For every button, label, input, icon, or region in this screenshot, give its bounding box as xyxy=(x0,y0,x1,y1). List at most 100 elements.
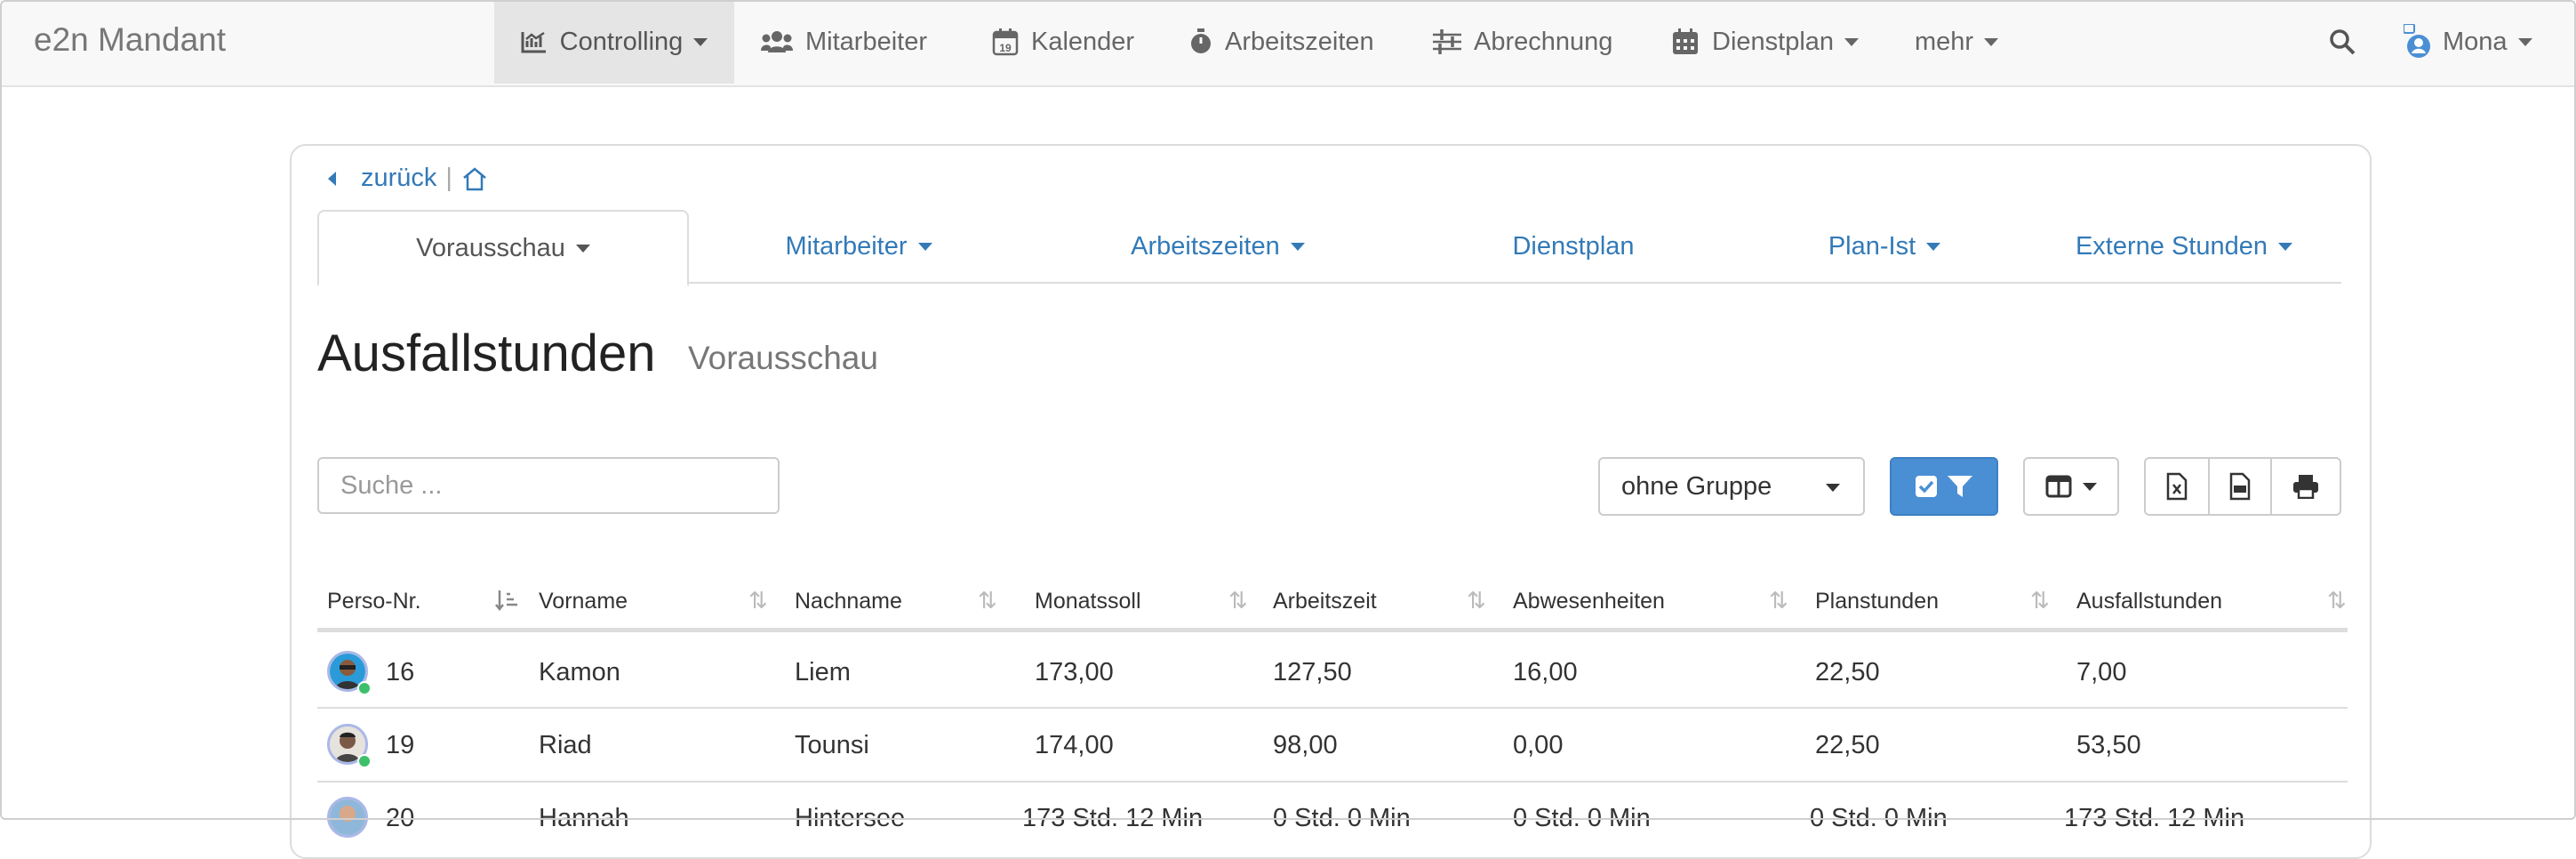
print-icon xyxy=(2293,475,2318,499)
column-header-planstunden[interactable]: Planstunden xyxy=(1815,589,1939,614)
sort-icon[interactable]: ⇅ xyxy=(2327,587,2347,614)
column-header-perso-nr[interactable]: Perso-Nr. xyxy=(327,589,421,614)
group-select[interactable]: ohne Gruppe xyxy=(1598,457,1865,516)
chevron-down-icon xyxy=(1926,242,1941,251)
chevron-down-icon xyxy=(917,242,932,251)
top-navbar: e2n Mandant Controlling Mitarbeiter 19 K… xyxy=(0,0,2576,87)
nav-label: Abrechnung xyxy=(1474,27,1613,56)
cell-abwesenheiten: 16,00 xyxy=(1513,658,1578,686)
sort-icon[interactable]: ⇅ xyxy=(1228,587,1248,614)
nav-abrechnung[interactable]: Abrechnung xyxy=(1433,0,1612,84)
tab-label: Dienstplan xyxy=(1512,231,1635,261)
nav-kalender[interactable]: 19 Kalender xyxy=(992,0,1134,84)
tab-label: Vorausschau xyxy=(416,233,565,262)
tab-label: Arbeitszeiten xyxy=(1131,231,1280,261)
cell-ausfallstunden: 53,50 xyxy=(2076,731,2141,759)
tab-label: Plan-Ist xyxy=(1828,231,1916,261)
chevron-down-icon xyxy=(1290,242,1305,251)
filter-button[interactable] xyxy=(1890,457,1998,516)
cell-planstunden: 22,50 xyxy=(1815,658,1880,686)
column-header-monatssoll[interactable]: Monatssoll xyxy=(1035,589,1141,614)
nav-mehr[interactable]: mehr xyxy=(1915,0,1999,84)
cell-nr: 19 xyxy=(386,731,415,759)
tab-label: Mitarbeiter xyxy=(785,231,908,261)
cell-nr: 20 xyxy=(386,804,415,832)
sort-icon[interactable]: ⇅ xyxy=(978,587,997,614)
tab-externe-stunden[interactable]: Externe Stunden xyxy=(2027,210,2341,283)
filter-icon xyxy=(1948,476,1972,497)
sort-icon[interactable]: ⇅ xyxy=(2030,587,2050,614)
chevron-down-icon xyxy=(2517,37,2532,46)
tab-mitarbeiter[interactable]: Mitarbeiter xyxy=(688,210,1029,283)
sort-icon[interactable]: ⇅ xyxy=(748,587,768,614)
cell-planstunden: 0 Std. 0 Min xyxy=(1810,804,1948,832)
column-header-nachname[interactable]: Nachname xyxy=(795,589,902,614)
tab-label: Externe Stunden xyxy=(2075,231,2268,261)
sliders-icon xyxy=(1433,29,1461,54)
caret-left-icon xyxy=(328,171,336,186)
cell-arbeitszeit: 98,00 xyxy=(1273,731,1338,759)
users-icon xyxy=(761,31,793,52)
user-name: Mona xyxy=(2443,27,2508,56)
cell-vorname: Kamon xyxy=(539,658,620,686)
chevron-down-icon xyxy=(575,244,590,253)
tab-arbeitszeiten[interactable]: Arbeitszeiten xyxy=(1031,210,1404,283)
table-header-divider xyxy=(317,628,2348,632)
export-pdf-button[interactable] xyxy=(2208,457,2272,516)
page-subtitle: Vorausschau xyxy=(688,340,878,376)
column-header-abwesenheiten[interactable]: Abwesenheiten xyxy=(1513,589,1665,614)
chevron-down-icon xyxy=(1826,484,1840,492)
chart-line-icon xyxy=(521,31,546,53)
page-title: Ausfallstunden xyxy=(317,325,656,382)
chevron-down-icon xyxy=(2278,242,2293,251)
search-input[interactable] xyxy=(317,457,780,514)
cell-vorname: Hannah xyxy=(539,804,629,832)
sort-icon[interactable]: ⇅ xyxy=(1467,587,1486,614)
nav-label: Controlling xyxy=(559,27,684,56)
breadcrumb: zurück | xyxy=(325,164,488,193)
brand-name[interactable]: e2n Mandant xyxy=(34,21,226,59)
chevron-down-icon xyxy=(693,37,708,46)
nav-label: mehr xyxy=(1915,27,1974,56)
column-header-vorname[interactable]: Vorname xyxy=(539,589,628,614)
cell-monatssoll: 173,00 xyxy=(1035,658,1114,686)
cell-arbeitszeit: 0 Std. 0 Min xyxy=(1273,804,1411,832)
cell-planstunden: 22,50 xyxy=(1815,731,1880,759)
tab-vorausschau[interactable]: Vorausschau xyxy=(317,210,689,286)
print-button[interactable] xyxy=(2270,457,2341,516)
calendar-19-icon: 19 xyxy=(992,28,1019,56)
user-circle-icon xyxy=(2404,24,2430,58)
cell-nr: 16 xyxy=(386,658,415,686)
table-row-divider xyxy=(317,781,2348,783)
cell-nachname: Hintersee xyxy=(795,804,906,832)
sort-ascending-icon[interactable] xyxy=(494,589,519,612)
nav-label: Mitarbeiter xyxy=(805,27,927,56)
cell-vorname: Riad xyxy=(539,731,592,759)
cell-arbeitszeit: 127,50 xyxy=(1273,658,1352,686)
sort-icon[interactable]: ⇅ xyxy=(1769,587,1788,614)
online-indicator xyxy=(357,681,372,695)
cell-ausfallstunden: 7,00 xyxy=(2076,658,2127,686)
nav-arbeitszeiten[interactable]: Arbeitszeiten xyxy=(1189,0,1374,84)
tab-dienstplan[interactable]: Dienstplan xyxy=(1406,210,1740,283)
avatar xyxy=(327,797,368,838)
back-link[interactable]: zurück xyxy=(361,164,436,193)
group-select-value: ohne Gruppe xyxy=(1621,471,1772,501)
nav-controlling[interactable]: Controlling xyxy=(494,0,734,84)
user-menu[interactable]: Mona xyxy=(2404,0,2532,84)
column-header-arbeitszeit[interactable]: Arbeitszeit xyxy=(1273,589,1377,614)
calendar-grid-icon xyxy=(1673,28,1698,54)
search-button[interactable] xyxy=(2329,0,2368,84)
columns-button[interactable] xyxy=(2023,457,2119,516)
home-icon[interactable] xyxy=(461,166,488,191)
column-header-ausfallstunden[interactable]: Ausfallstunden xyxy=(2076,589,2222,614)
export-excel-button[interactable] xyxy=(2144,457,2210,516)
cell-monatssoll: 174,00 xyxy=(1035,731,1114,759)
svg-text:19: 19 xyxy=(999,42,1012,54)
chevron-down-icon xyxy=(1984,37,1999,46)
table-row-divider xyxy=(317,707,2348,709)
nav-dienstplan[interactable]: Dienstplan xyxy=(1671,0,1860,84)
cell-abwesenheiten: 0 Std. 0 Min xyxy=(1513,804,1651,832)
nav-mitarbeiter[interactable]: Mitarbeiter xyxy=(761,0,927,84)
tab-plan-ist[interactable]: Plan-Ist xyxy=(1742,210,2027,283)
